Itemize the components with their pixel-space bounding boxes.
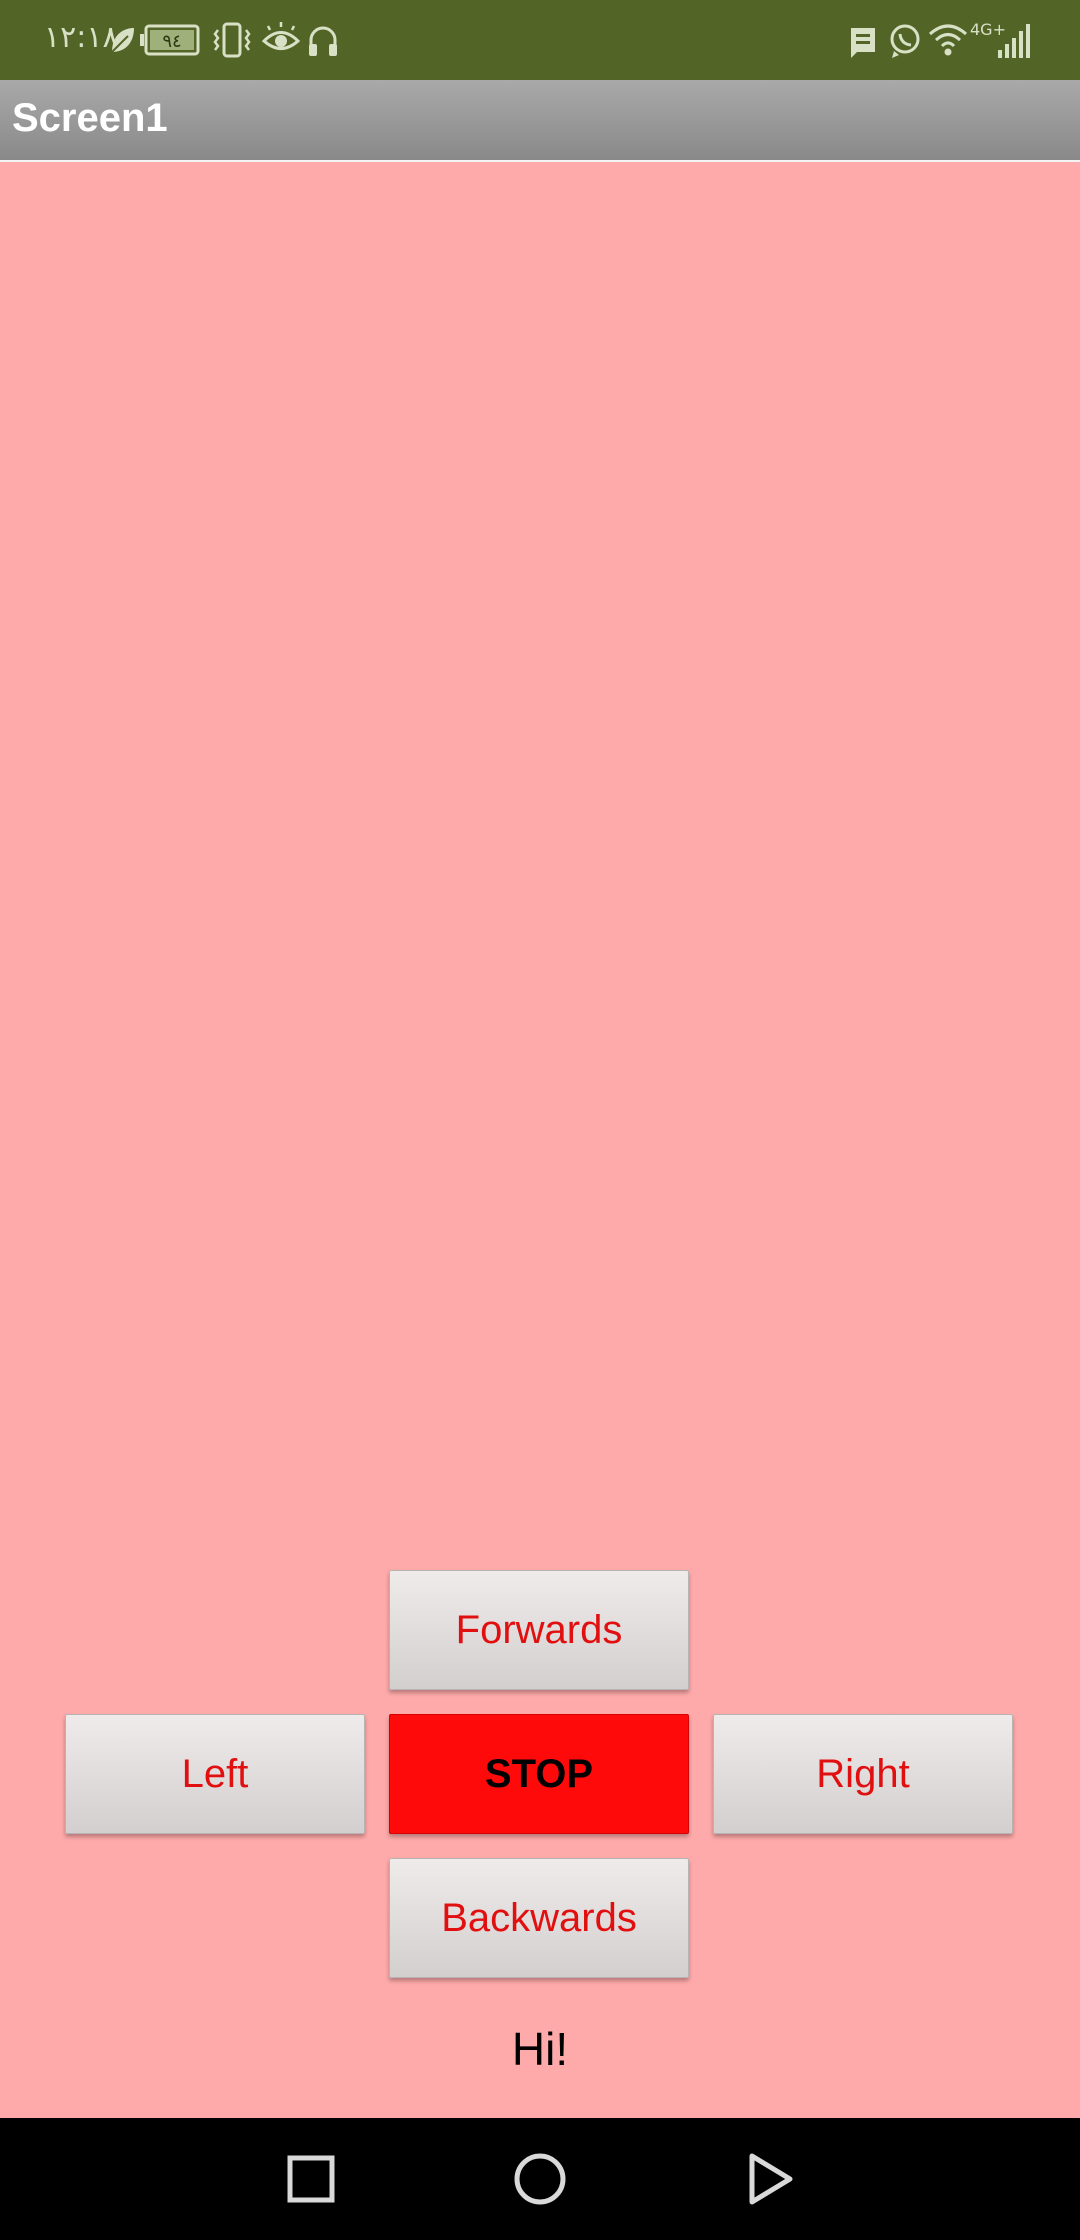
status-message: Hi! — [511, 2023, 569, 2075]
left-button[interactable]: Left — [65, 1714, 365, 1834]
navigation-bar — [0, 2118, 1080, 2240]
app-bar: Screen1 — [0, 80, 1080, 160]
back-icon[interactable] — [738, 2148, 800, 2210]
battery-icon: ٩٤ — [140, 24, 200, 56]
status-bar: ١٢:١٨ ٩٤ 4G+ — [0, 0, 1080, 80]
cellular-signal-icon — [998, 24, 1030, 58]
forwards-button[interactable]: Forwards — [389, 1570, 689, 1690]
battery-level: ٩٤ — [162, 31, 181, 52]
backwards-button[interactable]: Backwards — [389, 1858, 689, 1978]
headphones-icon — [309, 26, 337, 56]
stop-button[interactable]: STOP — [389, 1714, 689, 1834]
leaf-icon — [111, 28, 134, 53]
right-button[interactable]: Right — [713, 1714, 1013, 1834]
message-icon — [851, 28, 875, 58]
whatsapp-icon — [890, 24, 920, 58]
recents-icon[interactable] — [280, 2148, 342, 2210]
home-icon[interactable] — [509, 2148, 571, 2210]
wifi-icon — [929, 24, 967, 56]
page-title: Screen1 — [12, 96, 168, 140]
eye-icon — [262, 22, 300, 50]
vibrate-icon — [213, 22, 251, 58]
